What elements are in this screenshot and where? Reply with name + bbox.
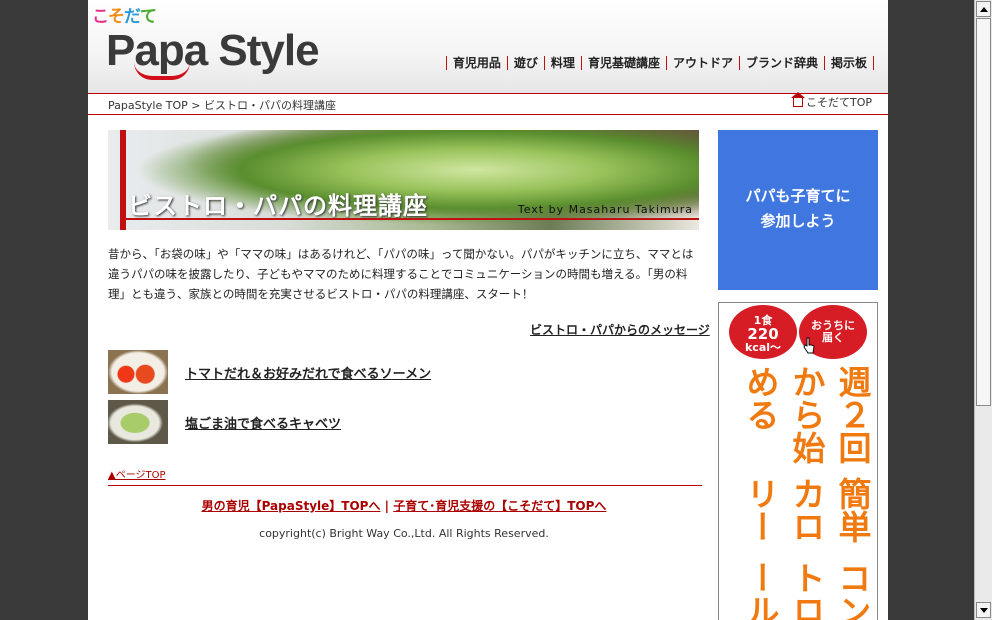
nav-item-cooking[interactable]: 料理 <box>543 56 581 70</box>
arrow-up-icon <box>980 7 988 12</box>
article-link-cabbage[interactable]: 塩ごま油で食べるキャベツ <box>185 413 341 432</box>
page-title: ビストロ・パパの料理講座 <box>128 192 428 220</box>
nav-item-play[interactable]: 遊び <box>506 56 544 70</box>
footer-links: 男の育児【PapaStyle】TOPへ | 子育て･育児支援の【こそだて】TOP… <box>88 497 720 514</box>
scroll-down-button[interactable] <box>976 602 991 618</box>
nav-item-outdoor[interactable]: アウトドア <box>665 56 739 70</box>
ad-bubble1-big: 220 <box>747 325 779 343</box>
banner-credit: Text by Masaharu Takimura <box>517 203 693 216</box>
breadcrumb-home-link[interactable]: PapaStyle TOP <box>108 99 188 112</box>
logo-smile-mark <box>134 62 190 80</box>
nav-item-baby-goods[interactable]: 育児用品 <box>445 56 507 70</box>
ad-bubble-calories: 1食 220 kcal〜 <box>729 305 797 359</box>
footer-link-kosodate-top[interactable]: 子育て･育児支援の【こそだて】TOPへ <box>393 499 606 513</box>
message-link[interactable]: ビストロ・パパからのメッセージ <box>530 321 710 338</box>
ad-banner-calorie[interactable]: 1食 220 kcal〜 おうちに 届く 週２回から始める 簡単カロリー コント… <box>718 302 878 620</box>
banner-underline <box>120 218 699 220</box>
article-thumbnail-cabbage[interactable] <box>108 400 168 444</box>
global-nav: 育児用品 遊び 料理 育児基礎講座 アウトドア ブランド辞典 掲示板 <box>445 56 874 70</box>
banner-accent-bar <box>120 130 126 230</box>
ad-headline-col1: 週２回から始める <box>741 365 872 464</box>
footer-separator: | <box>384 499 390 513</box>
page: こそだて Papa Style 育児用品 遊び 料理 育児基礎講座 アウトドア … <box>88 0 888 620</box>
home-icon <box>790 92 805 107</box>
ad-headline: 週２回から始める 簡単カロリー コントロール <box>719 365 877 620</box>
side-banner-papa-parenting[interactable]: パパも子育てに 参加しよう <box>718 130 878 290</box>
footer-link-papastyle-top[interactable]: 男の育児【PapaStyle】TOPへ <box>202 499 381 513</box>
ad-bubble1-bottom: kcal〜 <box>744 341 782 354</box>
breadcrumb-separator: > <box>191 99 201 112</box>
arrow-down-icon <box>980 608 988 613</box>
article-thumbnail-somen[interactable] <box>108 350 168 394</box>
breadcrumb-current: ビストロ・パパの料理講座 <box>203 99 336 112</box>
footer-divider <box>108 485 702 486</box>
ad-headline-col2: 簡単カロリー <box>741 477 872 543</box>
kosodate-top-label: こそだてTOP <box>805 96 872 109</box>
article-item: トマトだれ＆お好みだれで食べるソーメン <box>108 350 508 394</box>
nav-item-brand-dictionary[interactable]: ブランド辞典 <box>738 56 824 70</box>
nav-item-parenting-basics[interactable]: 育児基礎講座 <box>580 56 666 70</box>
article-link-somen[interactable]: トマトだれ＆お好みだれで食べるソーメン <box>185 363 431 382</box>
copyright: copyright(c) Bright Way Co.,Ltd. All Rig… <box>259 527 549 540</box>
scroll-up-button[interactable] <box>976 1 991 17</box>
breadcrumb-bar: PapaStyle TOP > ビストロ・パパの料理講座 こそだてTOP <box>88 92 888 115</box>
intro-text: 昔から、「お袋の味」や「ママの味」はあるけれど、「パパの味」って聞かない。パパが… <box>108 247 694 301</box>
title-banner: ビストロ・パパの料理講座 Text by Masaharu Takimura <box>108 130 699 230</box>
side-banner-line1: パパも子育てに <box>745 187 851 205</box>
kosodate-logo[interactable]: こそだて <box>92 2 157 27</box>
site-header: こそだて Papa Style 育児用品 遊び 料理 育児基礎講座 アウトドア … <box>88 0 888 93</box>
article-item: 塩ごま油で食べるキャベツ <box>108 400 508 444</box>
page-top-link[interactable]: ▲ページTOP <box>108 466 166 481</box>
scrollbar-thumb[interactable] <box>976 18 991 406</box>
nav-item-bbs[interactable]: 掲示板 <box>823 56 874 70</box>
ad-headline-col3: コントロール <box>741 561 872 620</box>
vertical-scrollbar[interactable] <box>974 0 992 620</box>
breadcrumb: PapaStyle TOP > ビストロ・パパの料理講座 <box>108 97 336 113</box>
side-banner-line2: 参加しよう <box>760 212 836 230</box>
kosodate-top-link[interactable]: こそだてTOP <box>790 92 872 110</box>
hand-cursor-icon <box>803 337 815 354</box>
